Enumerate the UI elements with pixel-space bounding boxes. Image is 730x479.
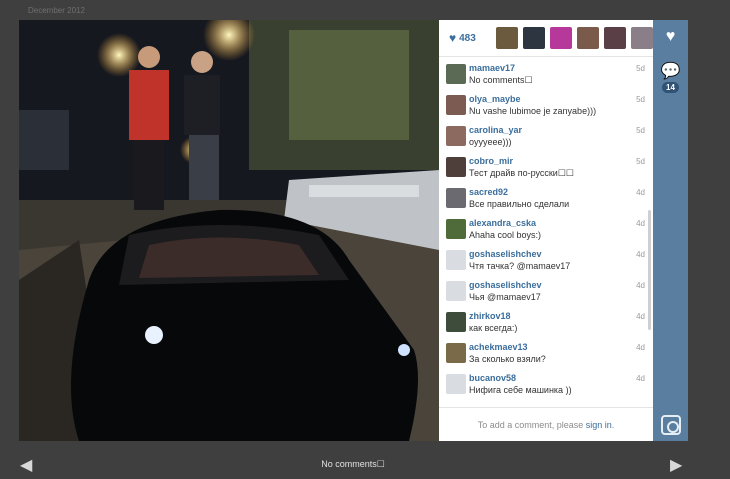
comment-item: mamaev17 No comments☐ 5d bbox=[439, 60, 653, 91]
comment-time: 4d bbox=[636, 343, 645, 352]
likes-number: 483 bbox=[459, 32, 476, 44]
comment-time: 4d bbox=[636, 188, 645, 197]
comment-item: goshaselishchev Чья @mamaev17 4d bbox=[439, 277, 653, 308]
add-comment-text: To add a comment, please bbox=[477, 420, 584, 430]
comment-item: zhirkov18 как всегда:) 4d bbox=[439, 308, 653, 339]
comment-text: Чья @mamaev17 bbox=[469, 292, 541, 302]
commenter-avatar[interactable] bbox=[446, 219, 466, 239]
comment-text: oyyyeee))) bbox=[469, 137, 512, 147]
commenter-avatar[interactable] bbox=[446, 250, 466, 270]
commenter-avatar[interactable] bbox=[446, 64, 466, 84]
comment-text: No comments☐ bbox=[469, 75, 533, 85]
comment-item: sacred92 Все правильно сделали 4d bbox=[439, 184, 653, 215]
comment-item: carolina_yar oyyyeee))) 5d bbox=[439, 122, 653, 153]
liker-avatar[interactable] bbox=[496, 27, 518, 49]
liker-avatar[interactable] bbox=[604, 27, 626, 49]
comment-username[interactable]: olya_maybe bbox=[469, 94, 653, 105]
comment-text: Все правильно сделали bbox=[469, 199, 570, 209]
liker-avatar[interactable] bbox=[523, 27, 545, 49]
heart-icon: ♥ bbox=[449, 31, 457, 45]
photo-scene bbox=[19, 20, 439, 441]
comment-time: 5d bbox=[636, 126, 645, 135]
comment-time: 5d bbox=[636, 157, 645, 166]
comment-item: bucanov58 Нифига себе машинка )) 4d bbox=[439, 370, 653, 401]
heart-icon: ♥ bbox=[665, 28, 676, 45]
comment-item: achekmaev13 За сколько взяли? 4d bbox=[439, 339, 653, 370]
comment-time: 4d bbox=[636, 219, 645, 228]
likers-avatars bbox=[496, 27, 653, 49]
liker-avatar[interactable] bbox=[577, 27, 599, 49]
commenter-avatar[interactable] bbox=[446, 95, 466, 115]
comment-item: olya_maybe Nu vashe lubimoe je zanyabe)))… bbox=[439, 91, 653, 122]
photo-caption: No comments☐ bbox=[321, 459, 385, 469]
comment-text: Тест драйв по-русски☐☐ bbox=[469, 168, 574, 178]
comment-time: 4d bbox=[636, 250, 645, 259]
instagram-camera-icon[interactable] bbox=[661, 415, 681, 435]
commenter-avatar[interactable] bbox=[446, 281, 466, 301]
like-button[interactable]: ♥ bbox=[653, 20, 688, 54]
comment-text: Нифига себе машинка )) bbox=[469, 385, 572, 395]
likes-bar: ♥ 483 bbox=[439, 20, 653, 57]
liker-avatar[interactable] bbox=[631, 27, 653, 49]
comments-panel: ♥ 483 mamaev17 No comments☐ 5d olya_maybe Nu… bbox=[439, 20, 653, 441]
comment-username[interactable]: cobro_mir bbox=[469, 156, 653, 167]
commenter-avatar[interactable] bbox=[446, 374, 466, 394]
comment-text: Ahaha cool boys:) bbox=[469, 230, 542, 240]
comment-username[interactable]: sacred92 bbox=[469, 187, 653, 198]
comment-username[interactable]: achekmaev13 bbox=[469, 342, 653, 353]
commenter-avatar[interactable] bbox=[446, 126, 466, 146]
comment-username[interactable]: bucanov58 bbox=[469, 373, 653, 384]
comment-text: Nu vashe lubimoe je zanyabe))) bbox=[469, 106, 597, 116]
comment-username[interactable]: mamaev17 bbox=[469, 63, 653, 74]
comment-count-badge: 14 bbox=[662, 82, 679, 93]
comment-username[interactable]: goshaselishchev bbox=[469, 249, 653, 260]
comment-item: cobro_mir Тест драйв по-русски☐☐ 5d bbox=[439, 153, 653, 184]
commenter-avatar[interactable] bbox=[446, 343, 466, 363]
comment-username[interactable]: alexandra_cska bbox=[469, 218, 653, 229]
comment-username[interactable]: carolina_yar bbox=[469, 125, 653, 136]
comment-text: За сколько взяли? bbox=[469, 354, 546, 364]
comments-scrollbar[interactable] bbox=[648, 210, 651, 330]
comment-time: 4d bbox=[636, 281, 645, 290]
add-comment-suffix: . bbox=[611, 420, 615, 430]
liker-avatar[interactable] bbox=[550, 27, 572, 49]
post-photo[interactable] bbox=[19, 20, 439, 441]
comment-time: 5d bbox=[636, 95, 645, 104]
comment-time: 5d bbox=[636, 64, 645, 73]
commenter-avatar[interactable] bbox=[446, 157, 466, 177]
commenter-avatar[interactable] bbox=[446, 312, 466, 332]
likes-count[interactable]: ♥ 483 bbox=[449, 31, 496, 45]
comment-item: goshaselishchev Чтя тачка? @mamaev17 4d bbox=[439, 246, 653, 277]
comment-text: Чтя тачка? @mamaev17 bbox=[469, 261, 571, 271]
comment-item: alexandra_cska Ahaha cool boys:) 4d bbox=[439, 215, 653, 246]
add-comment-prompt: To add a comment, please sign in. bbox=[439, 407, 653, 441]
date-label: December 2012 bbox=[28, 6, 85, 15]
comment-time: 4d bbox=[636, 374, 645, 383]
commenter-avatar[interactable] bbox=[446, 188, 466, 208]
speech-bubble-icon: 💬 bbox=[660, 63, 681, 80]
sign-in-link[interactable]: sign in bbox=[586, 420, 612, 430]
comment-username[interactable]: goshaselishchev bbox=[469, 280, 653, 291]
comments-list[interactable]: mamaev17 No comments☐ 5d olya_maybe Nu vashe… bbox=[439, 60, 653, 405]
next-arrow-icon[interactable]: ▶ bbox=[670, 455, 682, 475]
comment-text: как всегда:) bbox=[469, 323, 518, 333]
comment-username[interactable]: zhirkov18 bbox=[469, 311, 653, 322]
comment-time: 4d bbox=[636, 312, 645, 321]
action-sidebar: ♥ 💬 14 bbox=[653, 20, 688, 441]
